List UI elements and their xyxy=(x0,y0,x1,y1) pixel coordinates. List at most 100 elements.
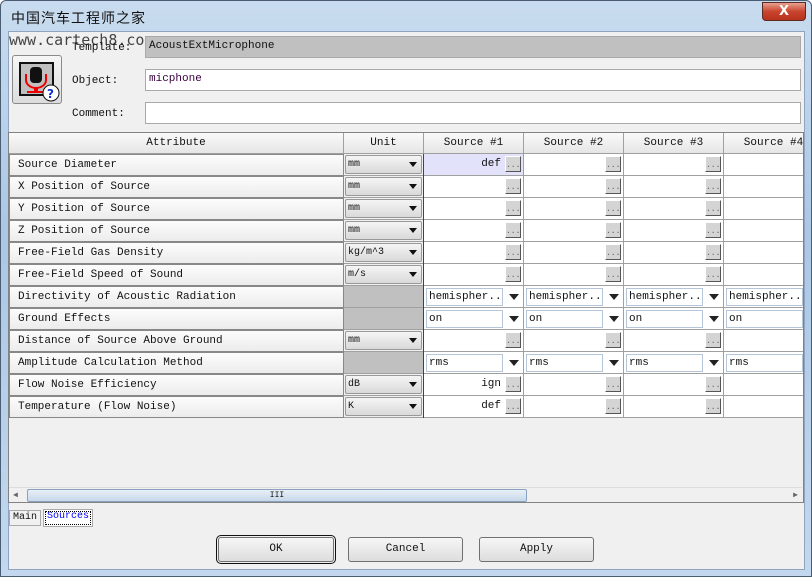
chevron-down-icon[interactable] xyxy=(709,294,719,300)
ellipsis-button[interactable]: ... xyxy=(605,398,621,414)
source-cell[interactable]: ... xyxy=(424,264,524,286)
source-cell[interactable]: rms xyxy=(724,352,803,374)
tab-sources[interactable]: Sources xyxy=(43,509,94,527)
source-cell[interactable]: on xyxy=(524,308,624,330)
ellipsis-button[interactable]: ... xyxy=(605,222,621,238)
ellipsis-button[interactable]: ... xyxy=(505,244,521,260)
source-dropdown-value[interactable]: on xyxy=(526,310,603,328)
ellipsis-button[interactable]: ... xyxy=(705,156,721,172)
ellipsis-button[interactable]: ... xyxy=(605,376,621,392)
source-cell[interactable]: ... xyxy=(524,154,624,176)
source-cell[interactable]: ... xyxy=(424,198,524,220)
source-cell[interactable]: ... xyxy=(624,330,724,352)
column-header[interactable]: Source #3 xyxy=(624,133,724,154)
column-header[interactable]: Unit xyxy=(344,133,424,154)
scroll-left-icon[interactable]: ◀ xyxy=(13,490,18,500)
source-cell[interactable]: on xyxy=(424,308,524,330)
source-cell[interactable]: ... xyxy=(524,330,624,352)
source-cell[interactable] xyxy=(724,330,803,352)
column-header[interactable]: Source #2 xyxy=(524,133,624,154)
ellipsis-button[interactable]: ... xyxy=(705,398,721,414)
scroll-right-icon[interactable]: ▶ xyxy=(793,490,798,500)
ellipsis-button[interactable]: ... xyxy=(605,178,621,194)
source-dropdown-value[interactable]: on xyxy=(726,310,803,328)
column-header[interactable]: Source #4 xyxy=(724,133,803,154)
ellipsis-button[interactable]: ... xyxy=(705,178,721,194)
source-cell[interactable]: rms xyxy=(524,352,624,374)
ellipsis-button[interactable]: ... xyxy=(505,332,521,348)
microphone-help-button[interactable]: ? xyxy=(12,55,62,104)
chevron-down-icon[interactable] xyxy=(509,360,519,366)
ellipsis-button[interactable]: ... xyxy=(505,156,521,172)
source-cell[interactable]: ign... xyxy=(424,374,524,396)
source-cell[interactable] xyxy=(724,242,803,264)
source-cell[interactable]: ... xyxy=(424,176,524,198)
chevron-down-icon[interactable] xyxy=(509,316,519,322)
ellipsis-button[interactable]: ... xyxy=(605,244,621,260)
object-input[interactable]: micphone xyxy=(145,69,801,91)
source-dropdown-value[interactable]: hemispher... xyxy=(626,288,703,306)
unit-dropdown[interactable]: mm xyxy=(345,177,422,196)
source-cell[interactable]: ... xyxy=(624,220,724,242)
ellipsis-button[interactable]: ... xyxy=(505,222,521,238)
source-cell[interactable] xyxy=(724,198,803,220)
source-cell[interactable] xyxy=(724,176,803,198)
tab-main[interactable]: Main xyxy=(9,510,42,526)
source-cell[interactable]: ... xyxy=(624,176,724,198)
source-cell[interactable]: rms xyxy=(624,352,724,374)
source-cell[interactable]: ... xyxy=(624,374,724,396)
unit-dropdown[interactable]: kg/m^3 xyxy=(345,243,422,262)
scroll-thumb[interactable]: III xyxy=(27,489,527,502)
source-dropdown-value[interactable]: rms xyxy=(426,354,503,372)
source-cell[interactable]: on xyxy=(624,308,724,330)
chevron-down-icon[interactable] xyxy=(609,294,619,300)
source-cell[interactable]: ... xyxy=(424,330,524,352)
source-cell[interactable]: hemispher... xyxy=(424,286,524,308)
source-dropdown-value[interactable]: rms xyxy=(726,354,803,372)
source-cell[interactable]: ... xyxy=(624,198,724,220)
source-cell[interactable]: ... xyxy=(424,242,524,264)
source-cell[interactable]: ... xyxy=(424,220,524,242)
source-cell[interactable]: ... xyxy=(624,242,724,264)
ellipsis-button[interactable]: ... xyxy=(505,266,521,282)
ellipsis-button[interactable]: ... xyxy=(705,266,721,282)
source-cell[interactable] xyxy=(724,220,803,242)
chevron-down-icon[interactable] xyxy=(609,316,619,322)
chevron-down-icon[interactable] xyxy=(609,360,619,366)
column-header[interactable]: Attribute xyxy=(9,133,344,154)
source-dropdown-value[interactable]: on xyxy=(426,310,503,328)
unit-dropdown[interactable]: mm xyxy=(345,155,422,174)
unit-dropdown[interactable]: K xyxy=(345,397,422,416)
source-cell[interactable]: hemispher... xyxy=(524,286,624,308)
ellipsis-button[interactable]: ... xyxy=(605,156,621,172)
source-cell[interactable] xyxy=(724,396,803,418)
source-cell[interactable]: def... xyxy=(424,396,524,418)
chevron-down-icon[interactable] xyxy=(709,316,719,322)
source-cell[interactable]: ... xyxy=(524,396,624,418)
source-cell[interactable]: ... xyxy=(524,374,624,396)
ellipsis-button[interactable]: ... xyxy=(505,376,521,392)
source-cell[interactable]: def... xyxy=(424,154,524,176)
ellipsis-button[interactable]: ... xyxy=(505,200,521,216)
ellipsis-button[interactable]: ... xyxy=(705,332,721,348)
source-dropdown-value[interactable]: rms xyxy=(526,354,603,372)
source-dropdown-value[interactable]: rms xyxy=(626,354,703,372)
source-dropdown-value[interactable]: hemispher... xyxy=(426,288,503,306)
ellipsis-button[interactable]: ... xyxy=(705,244,721,260)
apply-button[interactable]: Apply xyxy=(479,537,594,562)
source-cell[interactable] xyxy=(724,374,803,396)
ellipsis-button[interactable]: ... xyxy=(605,200,621,216)
ellipsis-button[interactable]: ... xyxy=(705,200,721,216)
ellipsis-button[interactable]: ... xyxy=(605,332,621,348)
ellipsis-button[interactable]: ... xyxy=(705,376,721,392)
unit-dropdown[interactable]: mm xyxy=(345,331,422,350)
unit-dropdown[interactable]: mm xyxy=(345,221,422,240)
source-dropdown-value[interactable]: hemispher... xyxy=(726,288,803,306)
source-cell[interactable]: ... xyxy=(524,176,624,198)
source-cell[interactable]: ... xyxy=(524,264,624,286)
source-cell[interactable]: hemispher... xyxy=(624,286,724,308)
ellipsis-button[interactable]: ... xyxy=(705,222,721,238)
ellipsis-button[interactable]: ... xyxy=(505,398,521,414)
horizontal-scrollbar[interactable]: ◀ III ▶ xyxy=(9,487,802,502)
chevron-down-icon[interactable] xyxy=(509,294,519,300)
